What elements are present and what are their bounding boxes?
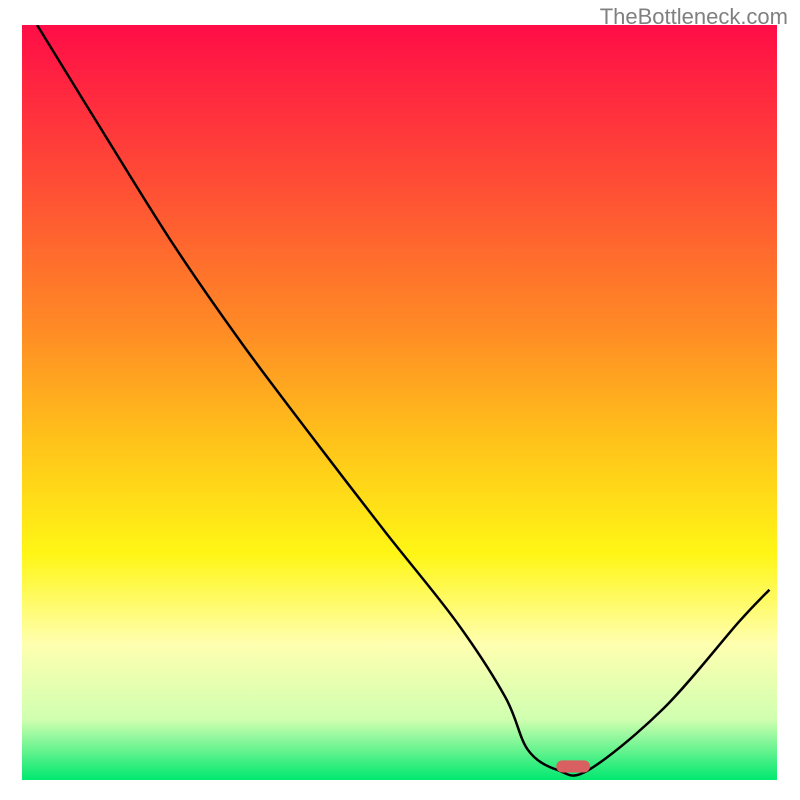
gradient-background (22, 25, 777, 780)
chart-svg (22, 25, 777, 780)
optimal-marker (556, 760, 590, 772)
chart-container (22, 25, 777, 780)
